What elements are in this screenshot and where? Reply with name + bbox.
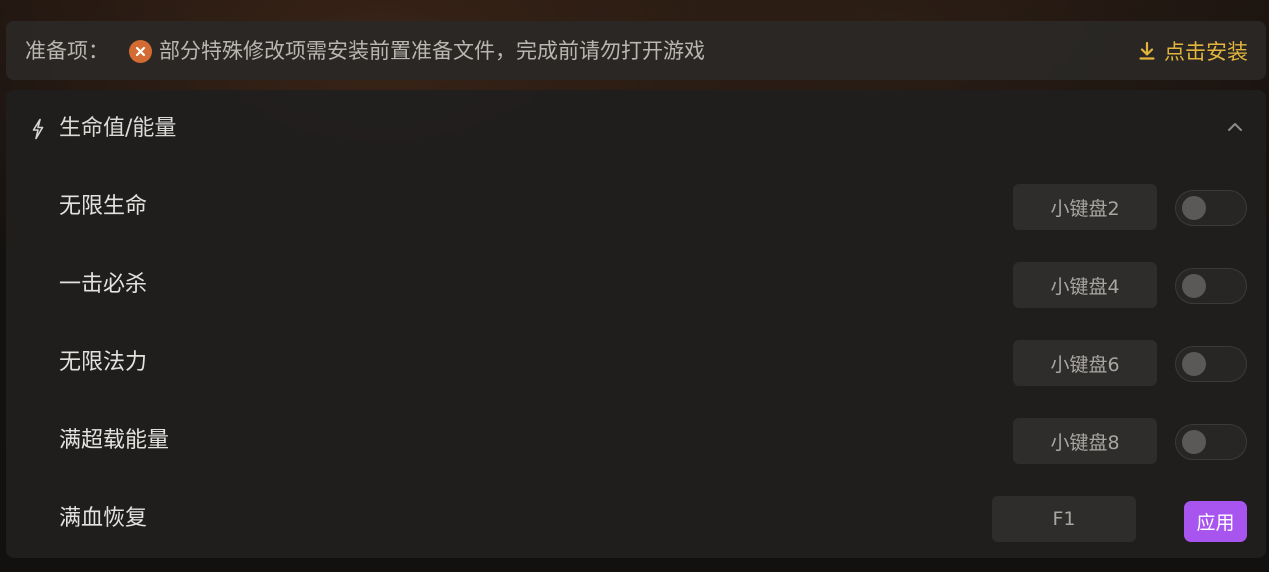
cheat-toggle[interactable] [1175,424,1247,460]
section-header-health-energy[interactable]: 生命值/能量 [6,90,1266,166]
cheat-section-panel: 生命值/能量 无限生命 小键盘2 一击必杀 小键盘4 无限法力 小键盘6 满超载… [6,90,1266,558]
cheat-row-full-overload-energy: 满超载能量 小键盘8 [6,416,1266,468]
install-link[interactable]: 点击安装 [1138,35,1248,67]
prerequisite-message: 部分特殊修改项需安装前置准备文件，完成前请勿打开游戏 [159,39,705,63]
toggle-knob [1182,274,1206,298]
install-link-label: 点击安装 [1164,40,1248,64]
cheat-toggle[interactable] [1175,190,1247,226]
cheat-row-infinite-mana: 无限法力 小键盘6 [6,338,1266,390]
cheat-label: 无限法力 [59,350,148,375]
cheat-label: 满血恢复 [59,506,148,531]
lightning-bolt-icon [32,118,44,140]
prerequisite-banner: 准备项： 部分特殊修改项需安装前置准备文件，完成前请勿打开游戏 点击安装 [6,21,1266,80]
apply-button[interactable]: 应用 [1184,501,1247,542]
toggle-knob [1182,352,1206,376]
prerequisite-label: 准备项： [25,39,109,63]
cheat-row-infinite-health: 无限生命 小键盘2 [6,182,1266,234]
cheat-toggle[interactable] [1175,346,1247,382]
cheat-toggle[interactable] [1175,268,1247,304]
chevron-up-icon[interactable] [1226,120,1244,134]
cheat-row-one-hit-kill: 一击必杀 小键盘4 [6,260,1266,312]
cheat-label: 满超载能量 [59,428,170,453]
cheat-row-full-heal: 满血恢复 F1 应用 [6,494,1266,546]
cheat-label: 无限生命 [59,194,148,219]
hotkey-button[interactable]: 小键盘8 [1013,418,1157,464]
toggle-knob [1182,196,1206,220]
hotkey-button[interactable]: F1 [992,496,1136,542]
section-title: 生命值/能量 [59,116,177,141]
hotkey-button[interactable]: 小键盘6 [1013,340,1157,386]
error-x-icon [129,40,152,63]
hotkey-button[interactable]: 小键盘4 [1013,262,1157,308]
toggle-knob [1182,430,1206,454]
hotkey-button[interactable]: 小键盘2 [1013,184,1157,230]
download-icon [1139,41,1155,60]
cheat-label: 一击必杀 [59,272,148,297]
